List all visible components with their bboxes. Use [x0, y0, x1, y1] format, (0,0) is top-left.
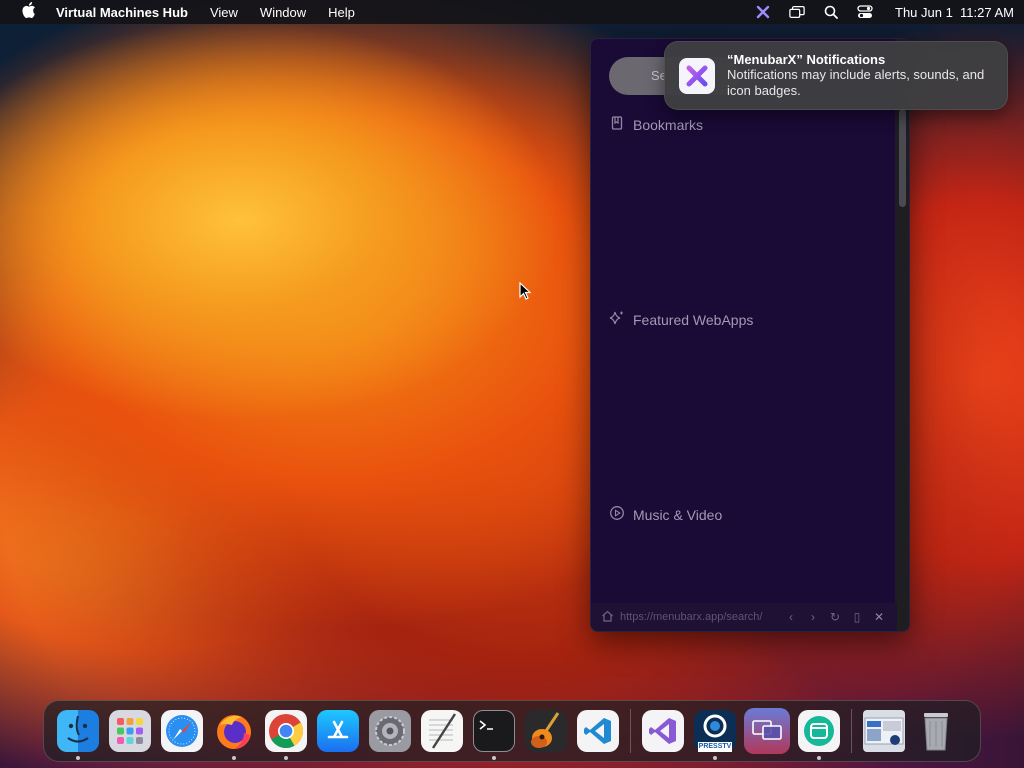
dock-separator	[630, 709, 631, 753]
running-indicator	[817, 756, 821, 760]
section-music-video[interactable]: Music & Video	[609, 505, 722, 524]
section-bookmarks[interactable]: Bookmarks	[609, 115, 703, 134]
dock-screen-sharing[interactable]	[741, 705, 793, 757]
guitar-icon	[525, 710, 567, 752]
bookmark-icon	[609, 115, 625, 134]
presstv-icon: PRESSTV	[694, 710, 736, 752]
scrollbar-thumb[interactable]	[899, 109, 906, 207]
window-thumbnail-icon	[863, 710, 905, 752]
forward-icon[interactable]: ›	[805, 610, 821, 624]
notification-title: “MenubarX” Notifications	[727, 52, 886, 67]
gear-icon	[369, 710, 411, 752]
dock-finder[interactable]	[52, 705, 104, 760]
screen-mirroring-icon[interactable]	[789, 4, 805, 20]
spotlight-search-icon[interactable]	[823, 4, 839, 20]
menubar-clock[interactable]: Thu Jun 1 11:27 AM	[895, 5, 1014, 20]
menu-app-name[interactable]: Virtual Machines Hub	[56, 5, 188, 20]
launchpad-icon	[109, 710, 151, 752]
mobile-icon[interactable]: ▯	[849, 610, 865, 624]
control-center-icon[interactable]	[857, 4, 873, 20]
menubarx-dock-icon	[798, 710, 840, 752]
vscode-icon	[577, 710, 619, 752]
menu-view[interactable]: View	[210, 5, 238, 20]
dock-menubarx-app[interactable]	[793, 705, 845, 760]
dock-presstv[interactable]: PRESSTV	[689, 705, 741, 760]
notification-banner[interactable]: “MenubarX” Notifications Notifications m…	[664, 41, 1008, 110]
notification-content: “MenubarX” Notifications Notifications m…	[727, 52, 993, 99]
dock-system-settings[interactable]	[364, 705, 416, 757]
app-store-icon	[317, 710, 359, 752]
menubarx-panel: Se Bookmarks Featured WebApps Music & Vi…	[590, 38, 910, 632]
menu-window[interactable]: Window	[260, 5, 306, 20]
terminal-icon	[473, 710, 515, 752]
menubarx-app-icon	[679, 58, 715, 94]
apple-menu-icon[interactable]	[18, 2, 40, 22]
running-indicator	[76, 756, 80, 760]
panel-footer: https://menubarx.app/search/ ‹ › ↻ ▯ ✕	[591, 603, 897, 631]
dock: PRESSTV	[43, 700, 981, 762]
finder-icon	[57, 710, 99, 752]
home-icon[interactable]	[601, 610, 614, 625]
dock-firefox[interactable]	[208, 705, 260, 760]
dock-desktop-preview[interactable]	[858, 705, 910, 757]
section-featured-webapps[interactable]: Featured WebApps	[609, 310, 753, 329]
mouse-cursor-icon	[519, 281, 532, 305]
visual-studio-icon	[642, 710, 684, 752]
section-bookmarks-label: Bookmarks	[633, 116, 704, 133]
dock-chrome[interactable]	[260, 705, 312, 760]
dock-app-store[interactable]	[312, 705, 364, 757]
menubar: Virtual Machines Hub View Window Help Th…	[0, 0, 1024, 24]
safari-icon	[161, 710, 203, 752]
dock-textedit[interactable]	[416, 705, 468, 757]
textedit-icon	[421, 710, 463, 752]
dock-terminal[interactable]	[468, 705, 520, 760]
running-indicator	[232, 756, 236, 760]
close-icon[interactable]: ✕	[871, 610, 887, 624]
notification-body: Notifications may include alerts, sounds…	[727, 67, 985, 98]
running-indicator	[713, 756, 717, 760]
trash-icon	[915, 710, 957, 752]
menu-help[interactable]: Help	[328, 5, 355, 20]
play-circle-icon	[609, 505, 625, 524]
back-icon[interactable]: ‹	[783, 610, 799, 624]
screen-sharing-icon	[744, 708, 790, 754]
sparkle-icon	[609, 310, 625, 329]
presstv-label: PRESSTV	[698, 742, 732, 752]
panel-scrollbar[interactable]	[895, 39, 909, 631]
running-indicator	[492, 756, 496, 760]
dock-safari[interactable]	[156, 705, 208, 757]
dock-vscode[interactable]	[572, 705, 624, 757]
dock-garageband[interactable]	[520, 705, 572, 757]
chrome-icon	[265, 710, 307, 752]
menubarx-icon[interactable]	[755, 4, 771, 20]
reload-icon[interactable]: ↻	[827, 610, 843, 624]
url-field[interactable]: https://menubarx.app/search/	[620, 611, 777, 623]
dock-visual-studio[interactable]	[637, 705, 689, 757]
running-indicator	[284, 756, 288, 760]
dock-separator	[851, 709, 852, 753]
section-featured-webapps-label: Featured WebApps	[633, 311, 754, 328]
dock-trash[interactable]	[910, 705, 962, 757]
dock-launchpad[interactable]	[104, 705, 156, 757]
firefox-icon	[213, 710, 255, 752]
section-music-video-label: Music & Video	[633, 506, 723, 523]
